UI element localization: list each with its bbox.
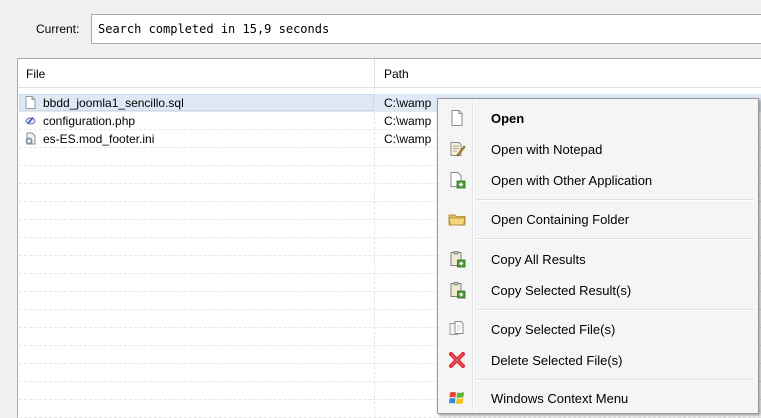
status-text: Search completed in 15,9 seconds	[98, 22, 330, 36]
menu-separator	[476, 379, 754, 381]
menu-item-label: Copy All Results	[491, 252, 586, 267]
menu-separator	[476, 238, 754, 240]
menu-item-delete-selected-files[interactable]: Delete Selected File(s)	[440, 345, 756, 375]
menu-item-label: Open	[491, 111, 525, 126]
sql-file-icon	[24, 96, 37, 109]
column-header-file[interactable]: File	[26, 67, 45, 81]
menu-item-copy-selected-results[interactable]: Copy Selected Result(s)	[440, 275, 756, 305]
column-separator[interactable]	[374, 59, 375, 87]
delete-icon	[448, 351, 466, 369]
menu-item-open-with-other[interactable]: Open with Other Application	[440, 165, 756, 195]
menu-item-open-containing-folder[interactable]: Open Containing Folder	[440, 204, 756, 234]
file-path: C:\wamp	[384, 132, 432, 146]
notepad-icon	[448, 140, 466, 158]
file-name: bbdd_joomla1_sencillo.sql	[43, 96, 184, 110]
menu-item-label: Open with Notepad	[491, 142, 603, 157]
menu-item-label: Open Containing Folder	[491, 212, 630, 227]
menu-separator	[476, 309, 754, 311]
menu-item-label: Windows Context Menu	[491, 391, 629, 406]
ini-file-icon	[24, 132, 37, 145]
menu-item-label: Copy Selected Result(s)	[491, 283, 632, 298]
menu-item-label: Delete Selected File(s)	[491, 353, 623, 368]
status-field: Search completed in 15,9 seconds	[91, 14, 761, 44]
file-name: configuration.php	[43, 114, 136, 128]
column-header-path[interactable]: Path	[384, 67, 409, 81]
menu-item-open-with-notepad[interactable]: Open with Notepad	[440, 134, 756, 164]
menu-item-copy-all-results[interactable]: Copy All Results	[440, 244, 756, 274]
document-icon	[448, 109, 466, 127]
php-file-icon	[24, 114, 37, 127]
menu-item-windows-context-menu[interactable]: Windows Context Menu	[440, 383, 756, 413]
status-bar: Current: Search completed in 15,9 second…	[0, 0, 761, 56]
clipboard-add-icon	[448, 281, 466, 299]
copy-file-icon	[448, 320, 466, 338]
menu-item-label: Copy Selected File(s)	[491, 322, 616, 337]
menu-item-label: Open with Other Application	[491, 173, 653, 188]
menu-separator	[476, 199, 754, 201]
file-path: C:\wamp	[384, 96, 432, 110]
windows-logo-icon	[448, 389, 466, 407]
list-header: File Path	[18, 59, 761, 88]
folder-icon	[448, 210, 466, 228]
menu-item-copy-selected-files[interactable]: Copy Selected File(s)	[440, 314, 756, 344]
context-menu: Open Open with Notepad Open with Other A…	[437, 98, 759, 414]
application-icon	[448, 171, 466, 189]
menu-item-open[interactable]: Open	[440, 103, 756, 133]
clipboard-add-icon	[448, 250, 466, 268]
file-name: es-ES.mod_footer.ini	[43, 132, 155, 146]
current-label: Current:	[36, 22, 80, 36]
file-path: C:\wamp	[384, 114, 432, 128]
